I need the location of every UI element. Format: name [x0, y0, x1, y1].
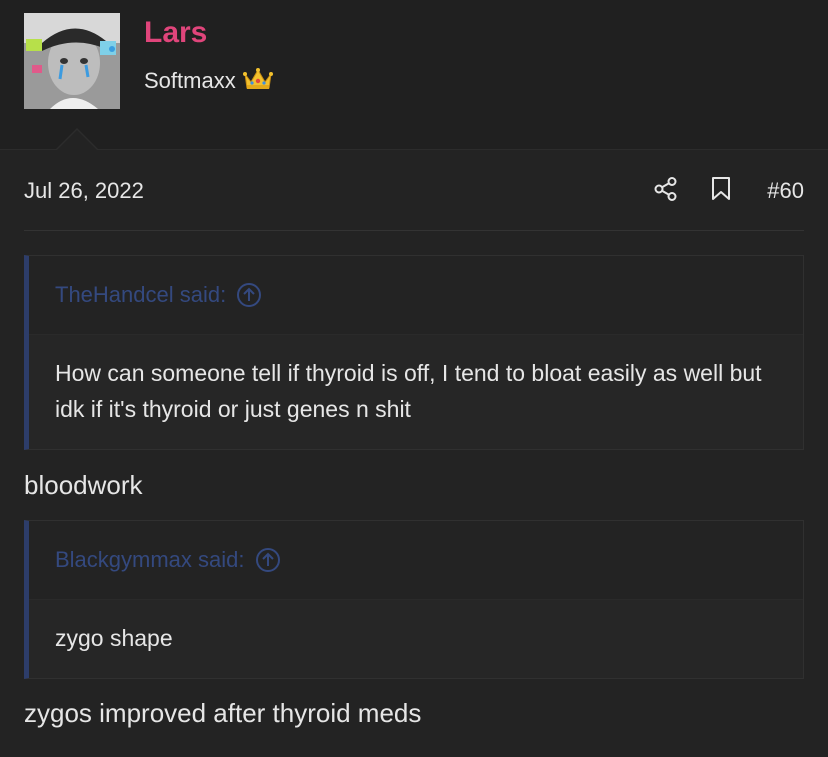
header-divider — [0, 149, 828, 150]
share-icon[interactable] — [653, 176, 679, 202]
quote-text: How can someone tell if thyroid is off, … — [55, 360, 762, 422]
quote-author-label: Blackgymmax said: — [55, 547, 245, 572]
quote-header: TheHandcel said: — [29, 256, 803, 335]
quote-author-label: TheHandcel said: — [55, 282, 227, 307]
user-avatar[interactable] — [24, 13, 120, 109]
quote-block: TheHandcel said: How can someone tell if… — [24, 255, 804, 450]
meta-divider — [24, 230, 804, 231]
quote-header: Blackgymmax said: — [29, 521, 803, 600]
post-user-header — [0, 0, 828, 149]
post-meta: Jul 26, 2022 #60 — [24, 174, 804, 210]
reply-text: bloodwork — [24, 470, 143, 500]
quote-author-link[interactable]: Blackgymmax said: — [55, 547, 281, 573]
user-title: Softmaxx — [144, 66, 273, 96]
header-notch-inner — [57, 130, 97, 150]
post-number-link[interactable]: #60 — [767, 178, 804, 204]
arrow-up-circle-icon[interactable] — [236, 282, 262, 308]
username[interactable]: Lars — [144, 16, 207, 50]
quote-text: zygo shape — [55, 625, 173, 651]
quote-block: Blackgymmax said: zygo shape — [24, 520, 804, 679]
post-date[interactable]: Jul 26, 2022 — [24, 178, 144, 204]
user-title-text: Softmaxx — [144, 68, 236, 93]
arrow-up-circle-icon[interactable] — [255, 547, 281, 573]
crown-icon — [242, 66, 273, 96]
reply-text: zygos improved after thyroid meds — [24, 698, 422, 728]
quote-author-link[interactable]: TheHandcel said: — [55, 282, 262, 308]
bookmark-icon[interactable] — [710, 176, 732, 202]
